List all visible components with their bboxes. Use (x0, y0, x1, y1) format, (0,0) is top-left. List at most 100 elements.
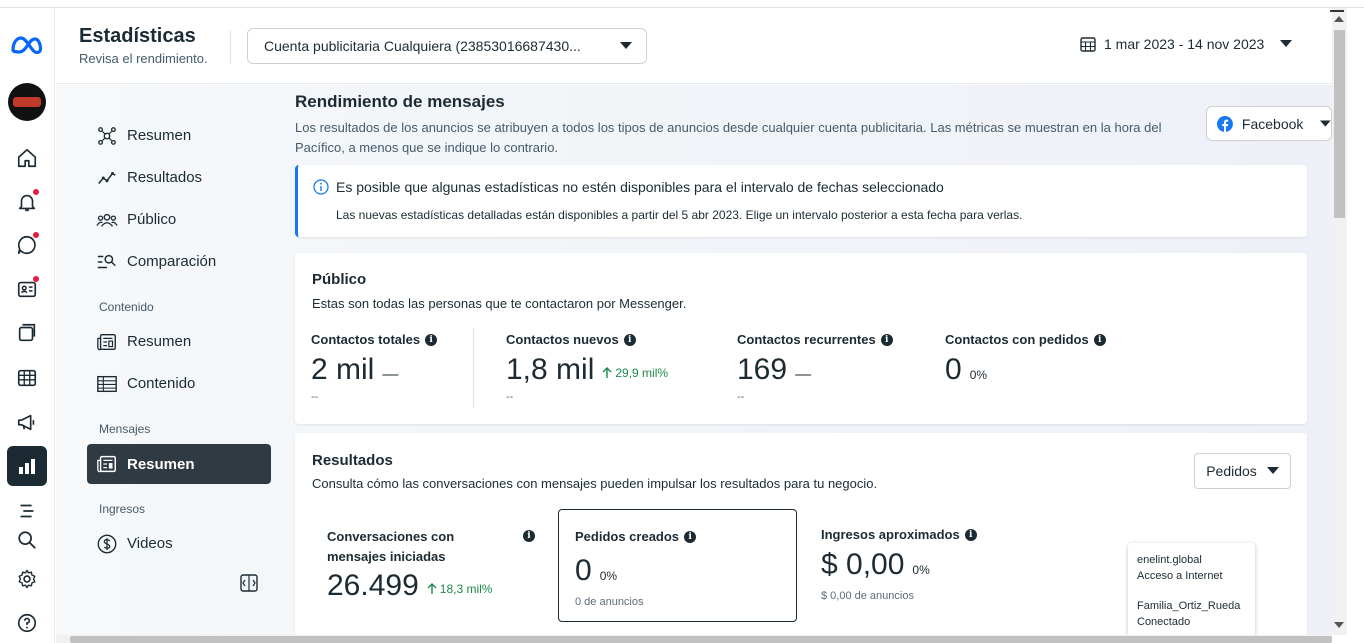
help-question-icon[interactable] (7, 603, 47, 643)
info-notice: Es posible que algunas estadísticas no e… (295, 165, 1307, 237)
pages-stack-icon[interactable] (7, 313, 47, 353)
metric-label: Contactos nuevos (506, 332, 619, 347)
metric-change: — (795, 366, 812, 383)
browser-top-strip (0, 0, 1364, 8)
ads-megaphone-icon[interactable] (7, 402, 47, 442)
notice-body: Las nuevas estadísticas detalladas están… (336, 208, 1023, 222)
metric-label: Conversaciones con mensajes iniciadas (327, 529, 455, 564)
meta-logo-icon[interactable] (7, 25, 47, 65)
nav-section-mensajes: Mensajes (99, 422, 151, 436)
facebook-icon (1217, 115, 1233, 132)
info-icon[interactable]: i (523, 530, 535, 542)
nav-item-label: Resumen (127, 333, 192, 350)
horizontal-scrollbar-thumb[interactable] (70, 636, 1332, 643)
metric-label: Contactos con pedidos (945, 332, 1089, 347)
home-icon[interactable] (7, 138, 47, 178)
publico-title: Público (312, 271, 367, 288)
nav-item-videos[interactable]: Videos (87, 524, 271, 563)
metric-change: 0% (599, 569, 618, 583)
account-avatar[interactable] (8, 83, 46, 121)
metric-value: 1,8 mil (506, 353, 595, 386)
section-description: Los resultados de los anuncios se atribu… (295, 120, 1162, 155)
nav-item-comparacion[interactable]: Comparación (87, 242, 271, 281)
info-icon[interactable]: i (623, 333, 636, 346)
info-icon[interactable]: i (880, 333, 893, 346)
resultados-filter-select[interactable]: Pedidos (1194, 453, 1291, 489)
dollar-icon (97, 534, 117, 553)
tooltip-line: Conectado (1137, 616, 1191, 628)
info-icon[interactable]: i (964, 528, 977, 541)
left-rail (0, 8, 55, 643)
metric-contactos-con-pedidos: Contactos con pedidos i 0 0% (945, 332, 1106, 387)
metric-sub: -- (737, 391, 745, 403)
metric-value: 2 mil (311, 353, 375, 386)
info-icon[interactable]: i (684, 530, 697, 543)
metric-value: 169 (737, 353, 788, 386)
tooltip-line: enelint.global (1137, 554, 1202, 566)
arrow-up-icon (427, 583, 437, 594)
metric-divider (473, 328, 474, 408)
chevron-down-icon (1266, 467, 1279, 474)
metric-pedidos-creados[interactable]: Pedidos creados i 0 0% 0 de anuncios (558, 509, 797, 622)
resultados-description: Consulta cómo las conversaciones con men… (312, 476, 878, 491)
ad-account-select[interactable]: Cuenta publicitaria Cualquiera (23853016… (247, 28, 647, 64)
nav-item-label: Comparación (127, 253, 217, 270)
platform-select[interactable]: Facebook (1206, 106, 1332, 141)
metric-contactos-recurrentes: Contactos recurrentes i 169 — -- (737, 332, 893, 403)
info-icon[interactable]: i (425, 333, 438, 346)
metric-ingresos-aproximados: Ingresos aproximados i $ 0,00 0% $ 0,00 de… (821, 527, 977, 602)
metric-contactos-nuevos: Contactos nuevos i 1,8 mil 29,9 mil% -- (506, 332, 668, 403)
section-heading: Rendimiento de mensajes (295, 92, 505, 111)
search-icon[interactable] (7, 520, 47, 560)
metric-contactos-totales: Contactos totales i 2 mil — -- (311, 332, 438, 403)
notice-title: Es posible que algunas estadísticas no e… (336, 179, 944, 195)
metric-change-value: 29,9 mil% (615, 366, 669, 380)
metric-label: Contactos totales (311, 332, 421, 347)
metric-sub: $ 0,00 de anuncios (821, 590, 914, 602)
metric-change: 18,3 mil% (427, 582, 493, 596)
metric-label: Pedidos creados (575, 529, 680, 544)
nav-item-label: Público (127, 211, 177, 228)
ad-account-label: Cuenta publicitaria Cualquiera (23853016… (264, 38, 581, 54)
nav-item-contenido[interactable]: Contenido (87, 364, 271, 403)
nav-item-label: Resumen (127, 455, 195, 473)
calendar-icon (1080, 37, 1096, 52)
metric-change-value: 18,3 mil% (439, 582, 493, 596)
nav-item-resultados[interactable]: Resultados (87, 158, 271, 197)
planner-grid-icon[interactable] (7, 358, 47, 398)
metric-sub: -- (506, 391, 514, 403)
resultados-title: Resultados (312, 452, 393, 469)
metric-value: 26.499 (327, 569, 419, 602)
publico-card: Público Estas son todas las personas que… (295, 253, 1307, 424)
vertical-scrollbar-thumb[interactable] (1334, 30, 1345, 218)
metric-conversaciones: Conversaciones con mensajes iniciadas i … (327, 527, 535, 603)
nav-section-ingresos: Ingresos (99, 502, 146, 516)
metric-label: Contactos recurrentes (737, 332, 876, 347)
metric-sub: 0 de anuncios (575, 596, 644, 608)
metric-sub: -- (311, 391, 319, 403)
nav-item-publico[interactable]: Público (87, 200, 271, 239)
scroll-up-arrow-icon[interactable] (1334, 16, 1344, 22)
page-header: Estadísticas Revisa el rendimiento. Cuen… (56, 8, 1332, 84)
notifications-bell-icon[interactable] (7, 182, 47, 222)
scroll-down-arrow-icon[interactable] (1334, 622, 1344, 628)
arrow-up-icon (602, 367, 612, 378)
page-title: Estadísticas (79, 25, 196, 47)
nav-item-mensajes-resumen[interactable]: Resumen (87, 444, 271, 484)
metric-change: 29,9 mil% (602, 366, 668, 380)
nav-item-resumen[interactable]: Resumen (87, 116, 271, 155)
window-minimize-icon[interactable] (1330, 10, 1344, 12)
nav-item-label: Contenido (127, 375, 196, 392)
contacts-card-icon[interactable] (7, 269, 47, 309)
platform-select-label: Facebook (1241, 115, 1304, 132)
messages-chat-icon[interactable] (7, 225, 47, 265)
tooltip-line: Acceso a Internet (1137, 570, 1223, 582)
nav-item-contenido-resumen[interactable]: Resumen (87, 322, 271, 361)
info-icon[interactable]: i (1093, 333, 1106, 346)
tooltip-line: Familia_Ortiz_Rueda (1137, 600, 1241, 612)
collapse-sidebar-icon[interactable] (240, 574, 258, 592)
settings-gear-icon[interactable] (7, 559, 47, 599)
date-range-picker[interactable]: 1 mar 2023 - 14 nov 2023 (1080, 36, 1293, 52)
insights-bar-chart-icon[interactable] (7, 446, 47, 486)
filter-select-label: Pedidos (1206, 463, 1257, 479)
